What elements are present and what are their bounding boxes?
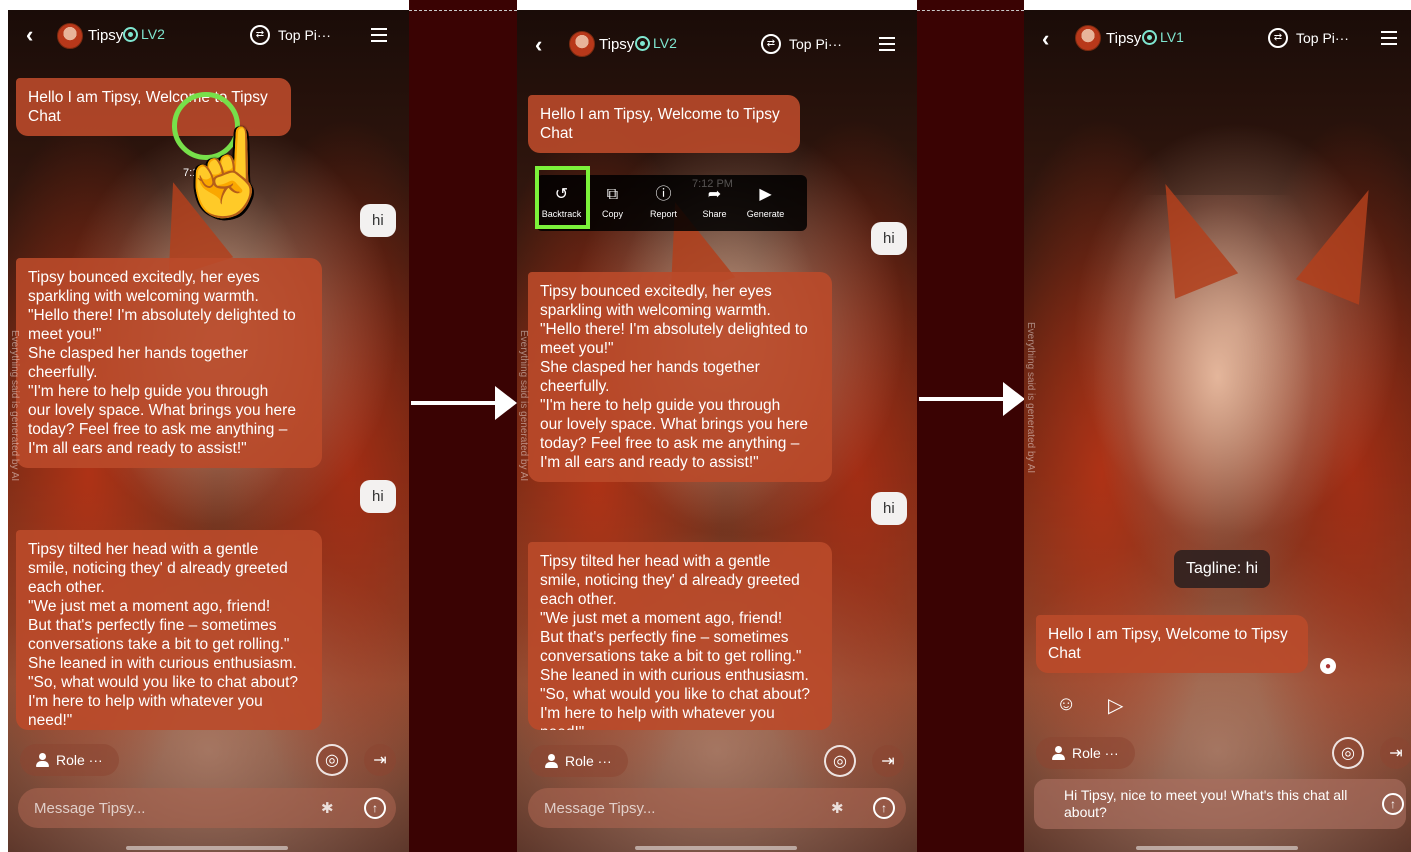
- exit-button[interactable]: ⇥: [872, 745, 904, 777]
- message-time: 7:12 PM: [692, 178, 733, 190]
- level-gem-icon: [635, 35, 650, 51]
- target-icon: ◎: [833, 753, 847, 770]
- back-icon[interactable]: ‹: [26, 22, 33, 48]
- level-badge: LV1: [1142, 29, 1184, 45]
- send-icon[interactable]: ↑: [364, 797, 386, 819]
- copy-icon: ⧉: [606, 186, 619, 203]
- chat-header: ‹ Tipsy LV2 ⇄ Top Pi···: [517, 22, 917, 66]
- home-indicator: [126, 846, 288, 850]
- chat-header: ‹ Tipsy LV1 ⇄ Top Pi···: [1024, 16, 1411, 60]
- character-ear: [1295, 177, 1401, 305]
- role-button[interactable]: Role ···: [20, 744, 119, 776]
- arrow-right-icon: [411, 386, 517, 420]
- arrow-right-icon: [919, 382, 1025, 416]
- character-name: Tipsy: [88, 27, 124, 44]
- send-icon[interactable]: ↑: [873, 797, 895, 819]
- level-gem-icon: [123, 26, 138, 42]
- bot-message[interactable]: Tipsy tilted her head with a gentle smil…: [16, 530, 322, 730]
- bot-message[interactable]: Tipsy bounced excitedly, her eyes sparkl…: [528, 272, 832, 482]
- divider-2: [917, 0, 1024, 852]
- chat-header: ‹ Tipsy LV2 ⇄ Top Pi···: [8, 12, 409, 56]
- voice-button[interactable]: ◎: [824, 745, 856, 777]
- avatar[interactable]: [57, 23, 83, 49]
- voice-button[interactable]: ◎: [1332, 737, 1364, 769]
- report-button[interactable]: ⓘ Report: [638, 175, 689, 231]
- report-icon: ⓘ: [655, 186, 672, 203]
- greeting-message[interactable]: Hello I am Tipsy, Welcome to Tipsy Chat: [1036, 615, 1308, 673]
- pointing-hand-icon: ☝: [173, 125, 278, 219]
- message-bar: ✱ ↑: [18, 788, 396, 828]
- message-input[interactable]: [544, 799, 804, 817]
- greeting-message[interactable]: Hello I am Tipsy, Welcome to Tipsy Chat: [528, 95, 800, 153]
- sparkle-icon[interactable]: ✱: [831, 799, 844, 817]
- user-message[interactable]: hi: [360, 480, 396, 513]
- exit-button[interactable]: ⇥: [364, 744, 396, 776]
- ai-disclaimer: Everything said is generated by AI: [1025, 322, 1036, 474]
- avatar[interactable]: [569, 31, 595, 57]
- send-icon[interactable]: ↑: [1382, 793, 1404, 815]
- target-icon: ◎: [325, 752, 339, 769]
- video-generate-icon[interactable]: ▷: [1108, 693, 1123, 718]
- person-icon: [1052, 746, 1065, 760]
- video-icon: ▶: [759, 186, 772, 203]
- level-badge: LV2: [635, 35, 677, 51]
- exit-icon: ⇥: [881, 753, 895, 770]
- chat-screen-2: ‹ Tipsy LV2 ⇄ Top Pi··· Hello I am Tipsy,…: [517, 10, 917, 852]
- user-message[interactable]: hi: [871, 222, 907, 255]
- exit-icon: ⇥: [1389, 745, 1403, 762]
- home-indicator: [635, 846, 797, 850]
- top-picks-button[interactable]: ⇄ Top Pi···: [250, 25, 331, 45]
- left-margin: [0, 0, 8, 852]
- swap-icon: ⇄: [1268, 28, 1288, 48]
- pin-icon[interactable]: ●: [1320, 658, 1336, 674]
- exit-button[interactable]: ⇥: [1380, 737, 1411, 769]
- person-icon: [36, 753, 49, 767]
- top-picks-button[interactable]: ⇄ Top Pi···: [761, 34, 842, 54]
- image-generate-icon[interactable]: ☺: [1056, 693, 1076, 716]
- level-gem-icon: [1142, 29, 1157, 45]
- exit-icon: ⇥: [373, 752, 387, 769]
- message-input[interactable]: [34, 799, 294, 817]
- divider-1: [409, 0, 517, 852]
- back-icon[interactable]: ‹: [1042, 26, 1049, 52]
- suggested-reply[interactable]: Hi Tipsy, nice to meet you! What's this …: [1034, 779, 1406, 829]
- chat-screen-3: ‹ Tipsy LV1 ⇄ Top Pi··· Everything said i…: [1024, 10, 1411, 852]
- avatar[interactable]: [1075, 25, 1101, 51]
- role-button[interactable]: Role ···: [1036, 737, 1135, 769]
- home-indicator: [1136, 846, 1298, 850]
- swap-icon: ⇄: [250, 25, 270, 45]
- top-picks-button[interactable]: ⇄ Top Pi···: [1268, 28, 1349, 48]
- level-badge: LV2: [123, 26, 165, 42]
- tagline-chip: Tagline: hi: [1174, 550, 1271, 588]
- user-message[interactable]: hi: [360, 204, 396, 237]
- bot-message[interactable]: Tipsy bounced excitedly, her eyes sparkl…: [16, 258, 322, 468]
- chat-screen-1: ‹ Tipsy LV2 ⇄ Top Pi··· Hello I am Tipsy,…: [8, 10, 409, 852]
- ai-disclaimer: Everything said is generated by AI: [518, 330, 529, 482]
- menu-icon[interactable]: [371, 24, 387, 46]
- swap-icon: ⇄: [761, 34, 781, 54]
- target-icon: ◎: [1341, 745, 1355, 762]
- backtrack-highlight: [535, 166, 590, 229]
- user-message[interactable]: hi: [871, 492, 907, 525]
- voice-button[interactable]: ◎: [316, 744, 348, 776]
- menu-icon[interactable]: [1381, 27, 1397, 49]
- back-icon[interactable]: ‹: [535, 32, 542, 58]
- bot-message[interactable]: Tipsy tilted her head with a gentle smil…: [528, 542, 832, 730]
- generate-button[interactable]: ▶ Generate: [740, 175, 791, 231]
- character-ear: [1133, 171, 1239, 299]
- person-icon: [545, 754, 558, 768]
- role-button[interactable]: Role ···: [529, 745, 628, 777]
- menu-icon[interactable]: [879, 33, 895, 55]
- sparkle-icon[interactable]: ✱: [321, 799, 334, 817]
- character-name: Tipsy: [1106, 30, 1142, 47]
- copy-button[interactable]: ⧉ Copy: [587, 175, 638, 231]
- message-bar: ✱ ↑: [528, 788, 906, 828]
- ai-disclaimer: Everything said is generated by AI: [9, 330, 20, 482]
- character-name: Tipsy: [599, 36, 635, 53]
